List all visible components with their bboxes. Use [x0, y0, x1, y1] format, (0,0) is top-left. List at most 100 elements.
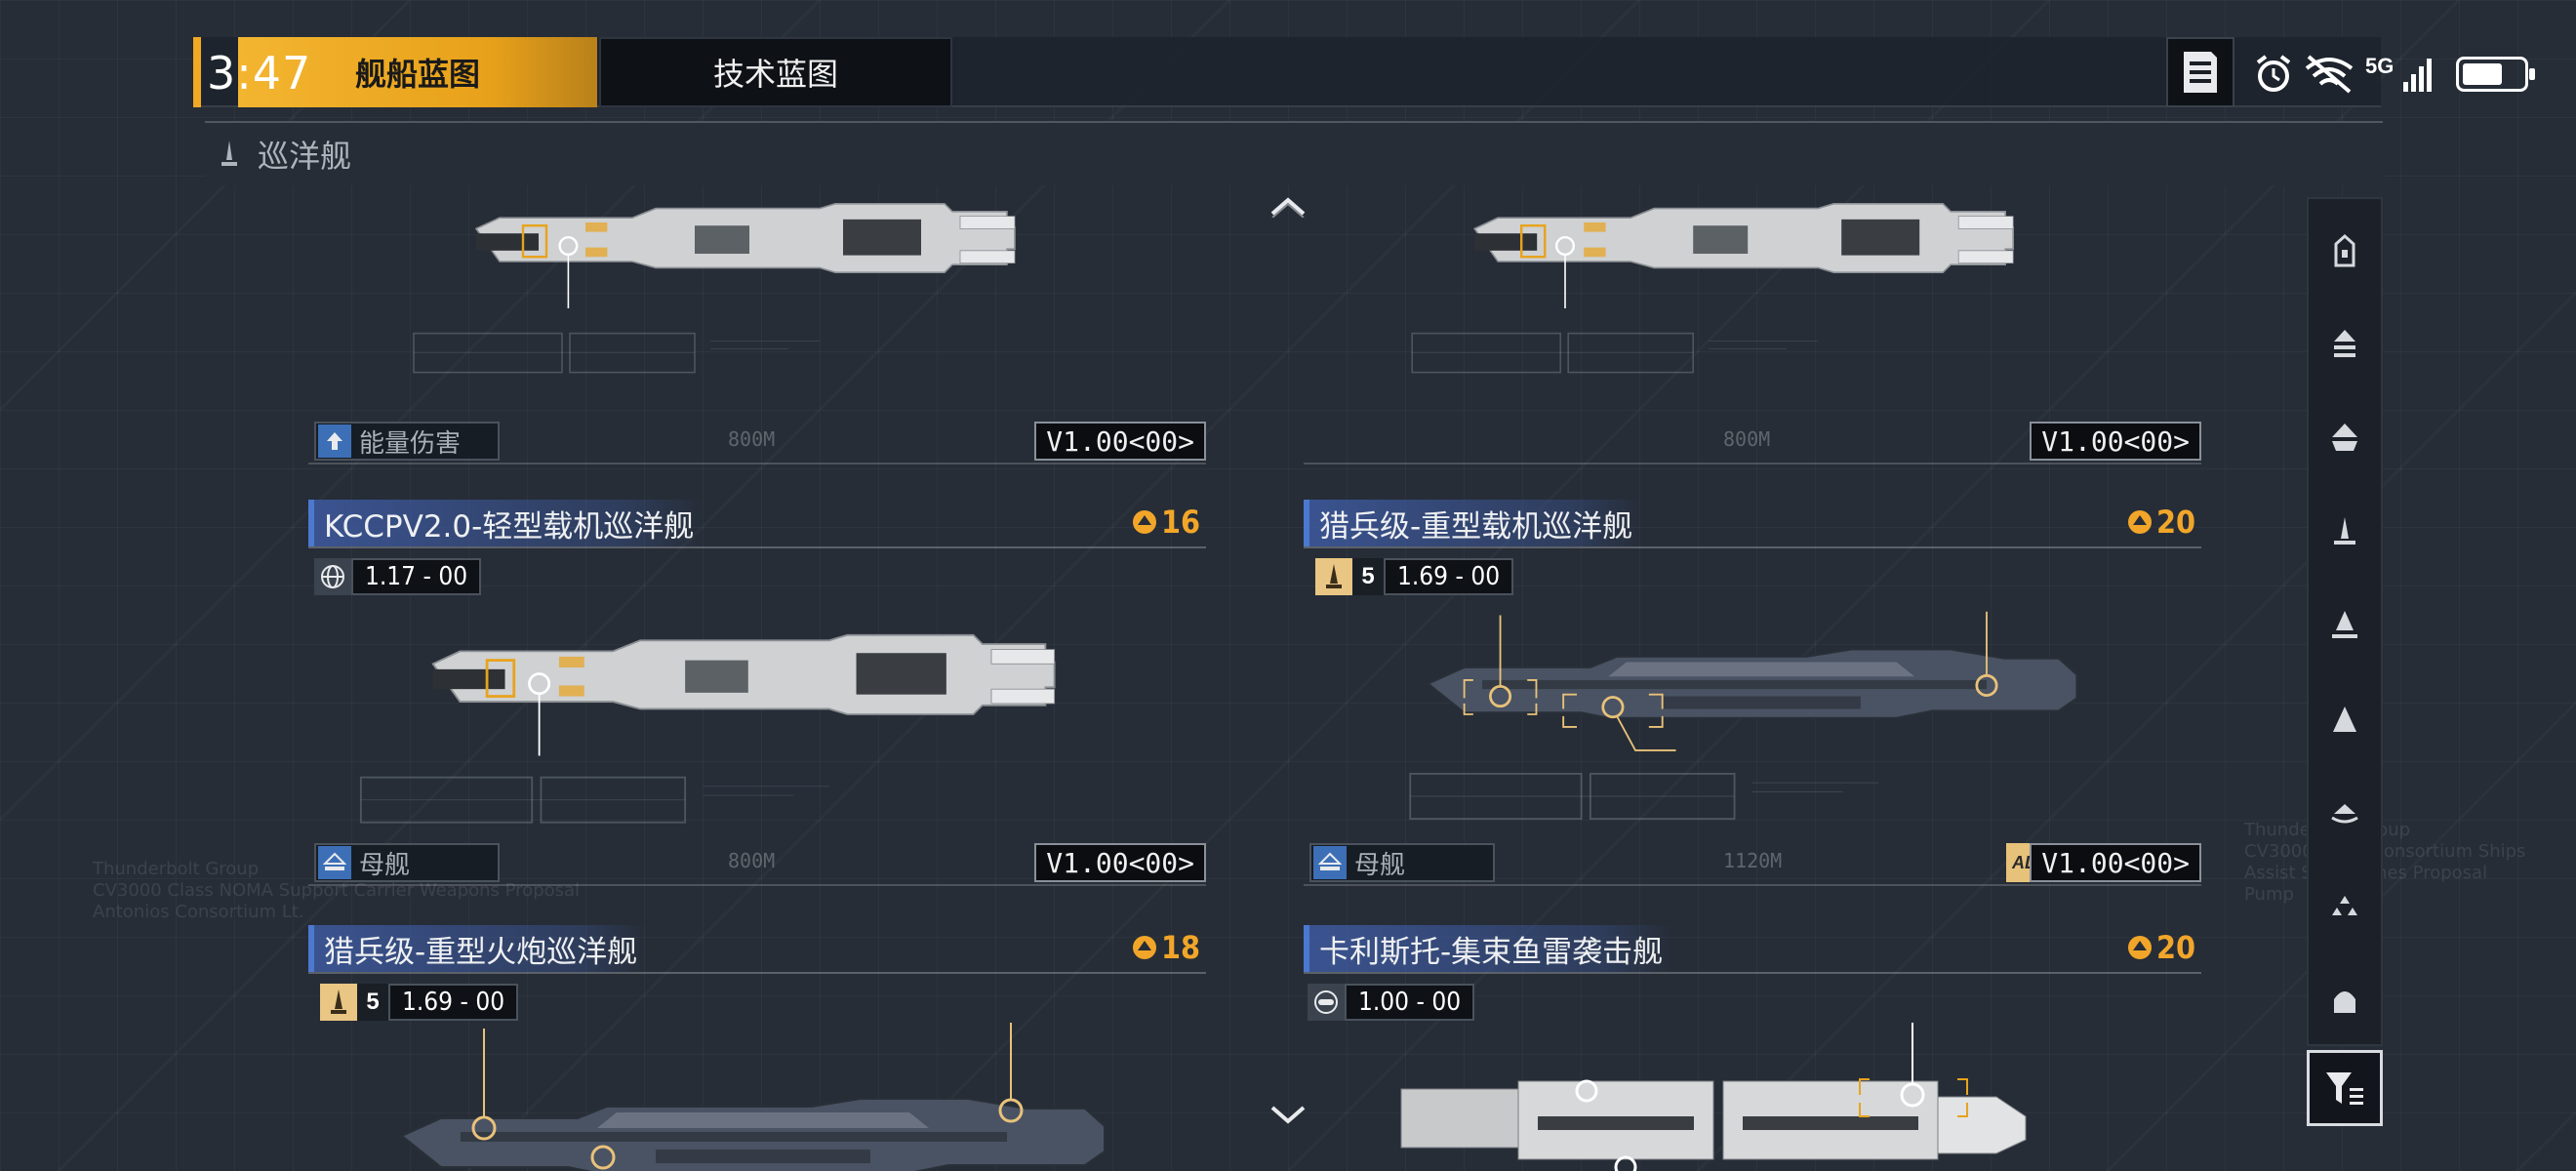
- filter-button[interactable]: [2307, 1050, 2383, 1126]
- cruiser-icon: [1315, 558, 1352, 595]
- status-time: 3:47: [207, 47, 312, 100]
- station-icon: [2334, 991, 2355, 1013]
- battleship-icon: [2332, 611, 2357, 638]
- card-header: 卡利斯托-集束鱼雷袭击舰 20: [1304, 925, 2201, 974]
- card-header: 猎兵级-重型火炮巡洋舰 18: [308, 925, 1206, 974]
- ship-cost: 18: [1130, 929, 1200, 966]
- ship-image: [413, 202, 1017, 374]
- ship-name: 猎兵级-重型火炮巡洋舰: [308, 925, 648, 972]
- tab-label: 舰船蓝图: [354, 56, 480, 93]
- rail-item-frigate[interactable]: [2309, 213, 2381, 289]
- document-button[interactable]: [2166, 37, 2234, 107]
- scale-label: 800M: [728, 427, 776, 451]
- chevron-down-icon: [1270, 1106, 1306, 1124]
- version-box: V1.00<00>: [2030, 843, 2201, 882]
- tag-label: 母舰: [359, 850, 411, 880]
- ship-class-rail: [2307, 197, 2383, 1046]
- tab-label: 技术蓝图: [712, 56, 838, 93]
- rail-item-carrier[interactable]: [2309, 775, 2381, 851]
- torpedo-icon: [1308, 984, 1345, 1021]
- rail-item-auxiliary[interactable]: [2309, 681, 2381, 757]
- scroll-down-button[interactable]: [1268, 1101, 1308, 1130]
- filter-icon: [2326, 1072, 2363, 1105]
- scale-label: 800M: [728, 849, 776, 872]
- cost-gear-icon: [1132, 510, 1156, 534]
- network-type: 5G: [2365, 54, 2395, 78]
- scale-label: 1120M: [1723, 849, 1783, 872]
- meta-row: 5 1.69 - 00: [1315, 558, 1514, 595]
- corvette-icon: [2332, 896, 2357, 915]
- rail-item-battlecruiser[interactable]: [2309, 494, 2381, 570]
- arrow-up-icon: [318, 424, 351, 458]
- document-icon: [2184, 52, 2217, 93]
- version-box: V1.00<00>: [1034, 422, 1206, 461]
- meta-version: 1.69 - 00: [388, 984, 519, 1021]
- rail-item-cruiser[interactable]: [2309, 400, 2381, 476]
- globe-icon: [314, 558, 351, 595]
- cost-value: 20: [2155, 929, 2195, 966]
- card-footer: 母舰 1120M ADV V1.00<00>: [1304, 841, 2201, 886]
- role-tag: 母舰: [1309, 843, 1495, 882]
- tag-label: 能量伤害: [359, 428, 462, 459]
- card-footer: 母舰 800M V1.00<00>: [308, 841, 1206, 886]
- frigate-icon: [2334, 234, 2355, 267]
- rail-item-station[interactable]: [2309, 962, 2381, 1038]
- cruiser-class-icon: [221, 141, 237, 166]
- meta-version: 1.69 - 00: [1384, 558, 1514, 595]
- rail-item-destroyer[interactable]: [2309, 306, 2381, 383]
- card-footer: 800M V1.00<00>: [1304, 420, 2201, 464]
- ship-image: [401, 1023, 1106, 1171]
- rail-item-battleship[interactable]: [2309, 587, 2381, 664]
- breadcrumb-label: 巡洋舰: [258, 138, 352, 175]
- status-icons: 5G: [2254, 47, 2536, 101]
- carrier-class-icon: [2331, 804, 2358, 824]
- battlecruiser-icon: [2334, 517, 2355, 545]
- tier-number: 5: [1352, 558, 1384, 595]
- card-header: 猎兵级-重型载机巡洋舰 20: [1304, 500, 2201, 548]
- chevron-up-icon: [1270, 197, 1306, 218]
- cost-value: 20: [2155, 504, 2195, 541]
- meta-version: 1.17 - 00: [351, 558, 482, 595]
- cruiser-icon: [320, 984, 357, 1021]
- cost-value: 18: [1160, 929, 1200, 966]
- version-box: V1.00<00>: [2030, 422, 2201, 461]
- ship-name: KCCPV2.0-轻型载机巡洋舰: [308, 500, 704, 546]
- background-watermark-right: Thunderbolt Group CV3000-Class Consortiu…: [2244, 820, 2526, 905]
- role-tag: 母舰: [314, 843, 500, 882]
- scroll-up-button[interactable]: [1268, 191, 1308, 221]
- ship-name: 卡利斯托-集束鱼雷袭击舰: [1304, 925, 1673, 972]
- breadcrumb: 巡洋舰: [205, 121, 2383, 185]
- ship-image: [1400, 1023, 2027, 1171]
- rail-item-corvette[interactable]: [2309, 868, 2381, 945]
- cost-value: 16: [1160, 504, 1200, 541]
- destroyer-icon: [2334, 330, 2355, 357]
- ship-name: 猎兵级-重型载机巡洋舰: [1304, 500, 1643, 546]
- carrier-icon: [1313, 846, 1347, 879]
- ship-image: [359, 633, 1056, 824]
- ship-cost: 16: [1130, 504, 1200, 541]
- card-footer: 能量伤害 800M V1.00<00>: [308, 420, 1206, 464]
- battery-icon: [2456, 57, 2536, 92]
- wifi-off-icon: [2305, 55, 2354, 94]
- ship-cost: 20: [2125, 929, 2195, 966]
- alarm-icon: [2256, 55, 2291, 92]
- cruiser-class-icon: [2332, 424, 2357, 451]
- accent-stripe: [193, 37, 201, 107]
- ship-image: [1409, 611, 2078, 820]
- tab-tech-blueprint[interactable]: 技术蓝图: [599, 37, 952, 107]
- ship-image: [1411, 202, 2015, 374]
- version-box: V1.00<00>: [1034, 843, 1206, 882]
- card-header: KCCPV2.0-轻型载机巡洋舰 16: [308, 500, 1206, 548]
- cost-gear-icon: [2127, 510, 2152, 534]
- meta-row: 1.17 - 00: [314, 558, 482, 595]
- ship-cost: 20: [2125, 504, 2195, 541]
- damage-type-tag: 能量伤害: [314, 422, 500, 461]
- meta-row: 1.00 - 00: [1308, 984, 1475, 1021]
- auxiliary-icon: [2333, 707, 2356, 732]
- tag-label: 母舰: [1354, 850, 1406, 880]
- carrier-icon: [318, 846, 351, 879]
- signal-icon: [2403, 59, 2433, 92]
- cost-gear-icon: [1132, 936, 1156, 959]
- meta-version: 1.00 - 00: [1345, 984, 1475, 1021]
- cost-gear-icon: [2127, 936, 2152, 959]
